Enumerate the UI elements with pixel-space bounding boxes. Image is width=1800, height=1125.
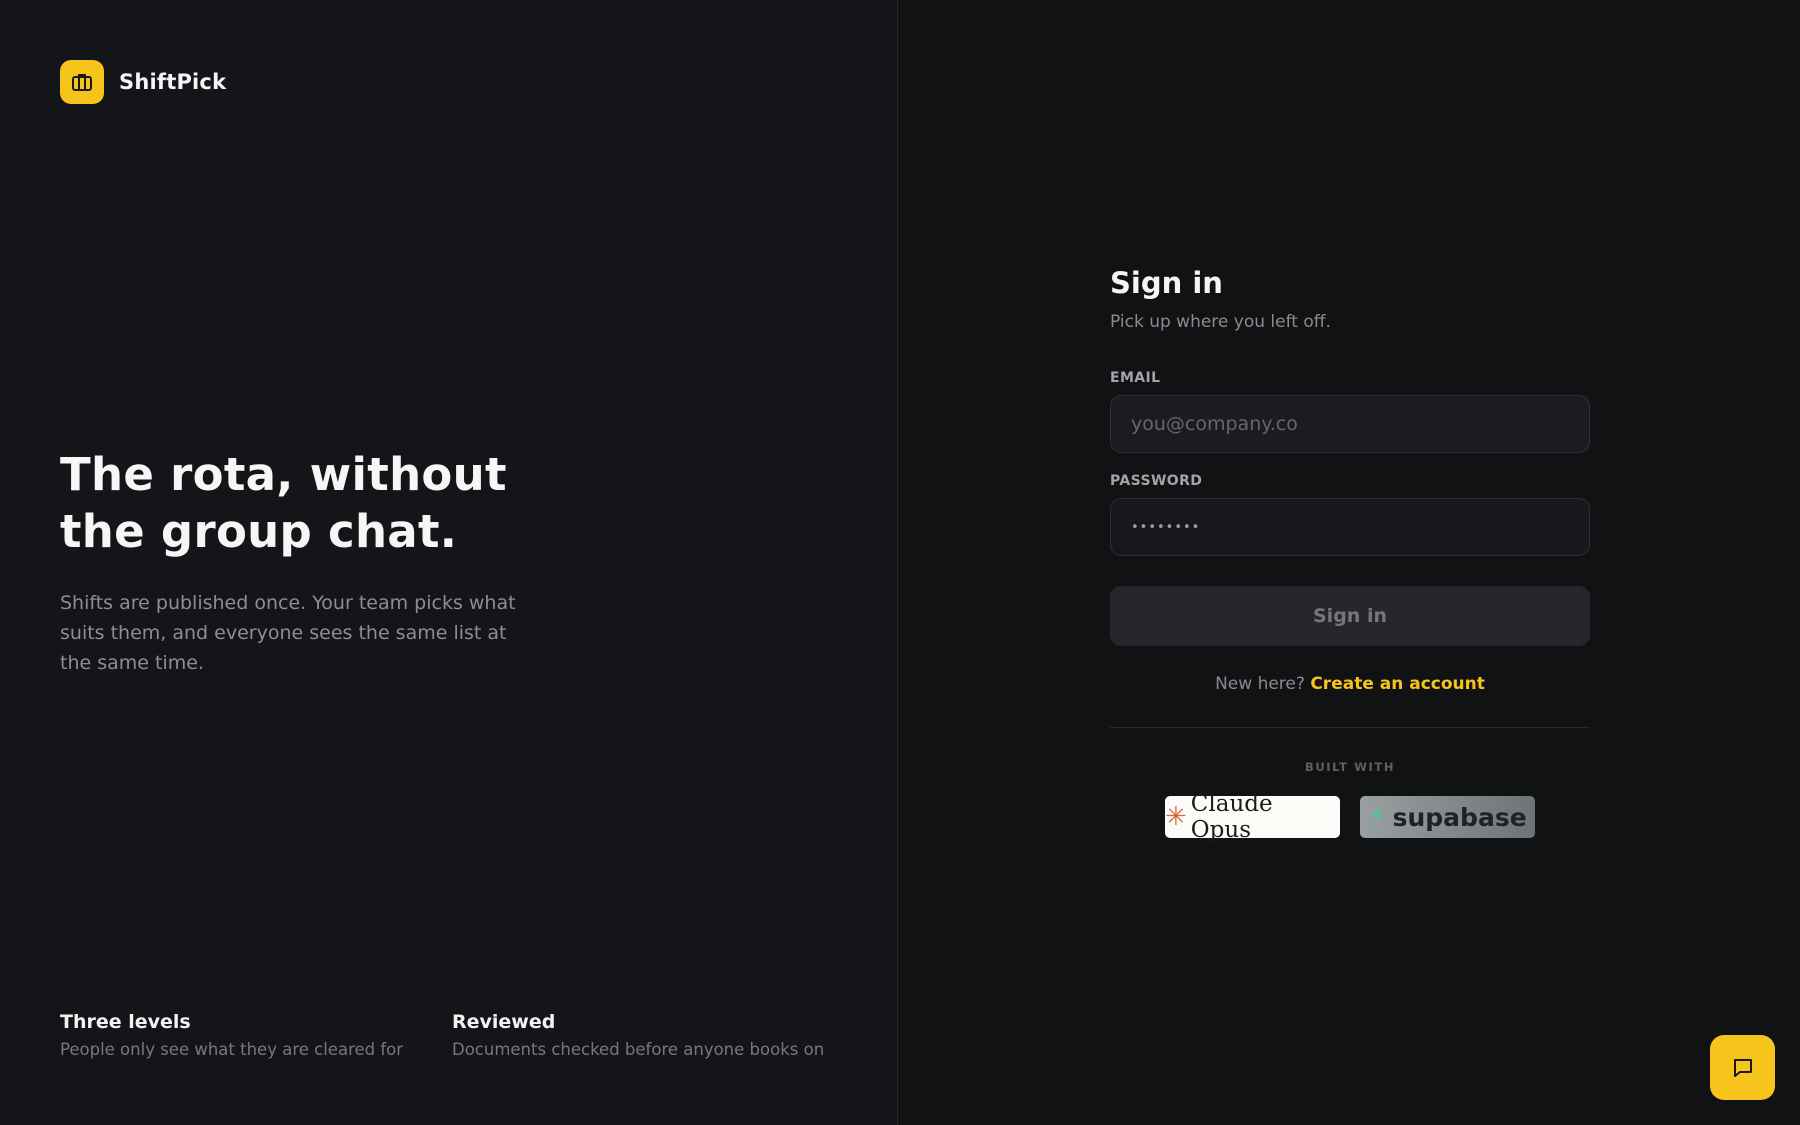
feature-item: Reviewed Documents checked before anyone…	[452, 1011, 844, 1059]
page: ShiftPick The rota, without the group ch…	[0, 0, 1800, 1125]
feature-title: Three levels	[60, 1011, 191, 1033]
signin-button[interactable]: Sign in	[1110, 586, 1590, 646]
signin-form: Sign in Pick up where you left off. EMAI…	[1110, 266, 1590, 843]
hero-subtitle: Shifts are published once. Your team pic…	[60, 592, 516, 674]
signin-subtitle: Pick up where you left off.	[1110, 312, 1331, 332]
email-field[interactable]	[1110, 395, 1590, 453]
badge-label: supabase	[1392, 802, 1527, 832]
feature-description: People only see what they are cleared fo…	[60, 1040, 404, 1059]
built-with-label: BUILT WITH	[1304, 760, 1396, 774]
email-label: EMAIL	[1110, 370, 1161, 386]
create-account-link[interactable]: Create an account	[1310, 674, 1485, 694]
chat-button[interactable]	[1710, 1035, 1775, 1100]
hero: The rota, without the group chat. Shifts…	[60, 446, 580, 678]
divider	[1110, 727, 1590, 728]
supabase-badge[interactable]: ⚡ supabase	[1360, 796, 1535, 838]
features: Three levels People only see what they a…	[60, 1011, 844, 1059]
briefcase-icon	[60, 60, 104, 104]
password-field[interactable]	[1110, 498, 1590, 556]
badge-label: Claude Opus	[1190, 791, 1273, 843]
feature-item: Three levels People only see what they a…	[60, 1011, 452, 1059]
register-prompt: New here?	[1215, 674, 1305, 694]
brand[interactable]: ShiftPick	[60, 60, 226, 104]
claude-star-icon: ✳	[1165, 802, 1187, 832]
hero-title: The rota, without the group chat.	[60, 448, 507, 558]
chat-bubble-icon	[1733, 1058, 1752, 1077]
brand-name: ShiftPick	[119, 70, 227, 94]
password-label: PASSWORD	[1110, 473, 1203, 489]
built-with-badges: ✳ Claude Opus ⚡ supabase	[1110, 791, 1590, 843]
register-row: New here? Create an account	[1110, 674, 1590, 694]
signin-title: Sign in	[1110, 266, 1223, 300]
feature-description: Documents checked before anyone books on	[452, 1040, 825, 1059]
signin-panel: Sign in Pick up where you left off. EMAI…	[899, 0, 1800, 1125]
marketing-panel: ShiftPick The rota, without the group ch…	[0, 0, 898, 1125]
supabase-bolt-icon: ⚡	[1368, 802, 1387, 832]
feature-title: Reviewed	[452, 1011, 556, 1033]
claude-opus-badge[interactable]: ✳ Claude Opus	[1165, 791, 1340, 843]
